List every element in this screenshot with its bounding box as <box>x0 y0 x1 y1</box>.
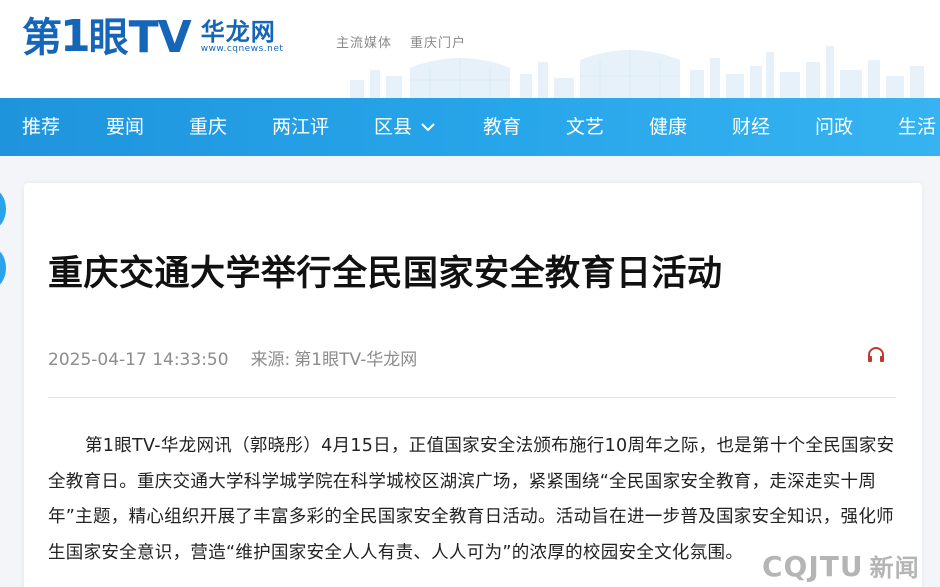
site-header: 第1眼 TV 华龙网 www.cqnews.net 主流媒体 重庆门户 <box>0 0 940 98</box>
site-logo[interactable]: 第1眼 TV 华龙网 www.cqnews.net <box>22 8 283 66</box>
watermark-chinese: 新闻 <box>869 553 920 582</box>
chevron-down-icon <box>420 97 436 155</box>
nav-item-quxian[interactable]: 区县 <box>374 98 436 156</box>
slogan-part-1: 主流媒体 <box>336 36 393 51</box>
nav-item-jiankang[interactable]: 健康 <box>649 98 687 156</box>
nav-item-chongqing[interactable]: 重庆 <box>189 98 227 156</box>
nav-item-jiaoyu[interactable]: 教育 <box>483 98 521 156</box>
headphones-icon[interactable] <box>866 346 886 364</box>
article-datetime: 2025-04-17 14:33:50 <box>48 350 229 370</box>
article-card: 重庆交通大学举行全民国家安全教育日活动 2025-04-17 14:33:50 来… <box>24 183 922 587</box>
logo-wordmark: 第1眼 <box>22 11 129 62</box>
cqjtu-news-watermark: CQJTU 新闻 <box>762 548 920 583</box>
nav-item-yaowen[interactable]: 要闻 <box>106 98 144 156</box>
article-title: 重庆交通大学举行全民国家安全教育日活动 <box>48 254 723 294</box>
article-meta: 2025-04-17 14:33:50 来源: 第1眼TV-华龙网 <box>48 345 417 370</box>
nav-item-tuijian[interactable]: 推荐 <box>22 98 60 156</box>
nav-item-wenzheng[interactable]: 问政 <box>815 98 853 156</box>
logo-hualong-text: 华龙网 <box>200 17 276 46</box>
slogan-part-2: 重庆门户 <box>410 36 467 51</box>
side-float-tab-2[interactable] <box>0 248 6 288</box>
nav-item-caijing[interactable]: 财经 <box>732 98 770 156</box>
watermark-latin: CQJTU <box>762 550 864 583</box>
article-source-label: 来源: <box>250 350 291 370</box>
nav-item-wenyi[interactable]: 文艺 <box>566 98 604 156</box>
logo-tv: TV <box>128 11 192 63</box>
site-slogan: 主流媒体 重庆门户 <box>336 32 466 51</box>
logo-hualong: 华龙网 www.cqnews.net <box>201 20 284 55</box>
side-float-tab-1[interactable] <box>0 189 6 229</box>
meta-divider <box>48 397 896 398</box>
article-source: 第1眼TV-华龙网 <box>294 350 418 370</box>
nav-item-shenghuo[interactable]: 生活 <box>898 98 936 156</box>
nav-item-liangjiangping[interactable]: 两江评 <box>272 98 329 156</box>
logo-url: www.cqnews.net <box>200 43 284 54</box>
nav-item-quxian-label: 区县 <box>374 116 413 138</box>
main-nav: 推荐 要闻 重庆 两江评 区县 教育 文艺 健康 财经 问政 生活 <box>0 98 940 156</box>
